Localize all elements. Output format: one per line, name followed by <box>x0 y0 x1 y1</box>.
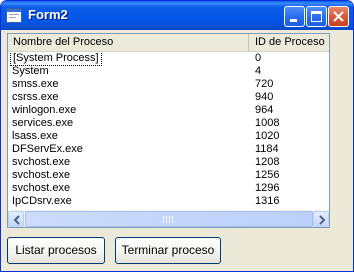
process-name: smss.exe <box>12 78 59 90</box>
process-name: svchost.exe <box>12 156 71 168</box>
arrow-left-icon <box>13 215 20 225</box>
horizontal-scrollbar[interactable] <box>8 210 329 227</box>
close-button[interactable] <box>328 6 349 27</box>
process-id: 1184 <box>255 143 279 155</box>
terminate-process-button[interactable]: Terminar proceso <box>115 237 221 264</box>
list-header: Nombre del Proceso ID de Proceso <box>8 34 329 52</box>
list-row[interactable]: DFServEx.exe 1184 <box>8 143 329 156</box>
process-name: winlogon.exe <box>12 104 77 116</box>
list-row[interactable]: System 4 <box>8 65 329 78</box>
list-row[interactable]: csrss.exe 940 <box>8 91 329 104</box>
process-id: 1256 <box>255 169 280 181</box>
process-name: svchost.exe <box>12 169 71 181</box>
list-row[interactable]: smss.exe 720 <box>8 78 329 91</box>
list-row[interactable]: IpCDsrv.exe 1316 <box>8 195 329 208</box>
process-name: DFServEx.exe <box>12 143 83 155</box>
list-row[interactable]: [System Process] 0 <box>8 52 329 66</box>
process-name: [System Process] <box>10 52 102 66</box>
scroll-right-button[interactable] <box>313 211 329 227</box>
process-name: services.exe <box>12 117 74 129</box>
maximize-button[interactable] <box>306 6 327 27</box>
minimize-button[interactable] <box>284 6 305 27</box>
arrow-right-icon <box>319 215 326 225</box>
process-name: lsass.exe <box>12 130 58 142</box>
column-header-process-id[interactable]: ID de Proceso <box>250 34 329 51</box>
process-id: 1020 <box>255 130 280 142</box>
app-window-icon[interactable] <box>6 8 22 23</box>
process-id: 1008 <box>255 117 280 129</box>
process-id: 1296 <box>255 182 280 194</box>
list-row[interactable]: winlogon.exe 964 <box>8 104 329 117</box>
close-icon <box>333 11 344 22</box>
scrollbar-corner <box>329 210 330 227</box>
list-row[interactable]: svchost.exe 1256 <box>8 169 329 182</box>
process-name: System <box>12 65 49 77</box>
process-id: 1316 <box>255 195 280 207</box>
process-id: 964 <box>255 104 274 116</box>
process-name: csrss.exe <box>12 91 59 103</box>
title-bar[interactable]: Form2 <box>1 1 353 30</box>
list-row[interactable]: services.exe 1008 <box>8 117 329 130</box>
process-id: 4 <box>255 65 262 77</box>
process-id: 720 <box>255 78 274 90</box>
list-row[interactable]: svchost.exe 1296 <box>8 182 329 195</box>
process-id: 940 <box>255 91 274 103</box>
list-body: [System Process] 0 System 4 smss.exe 720… <box>8 52 329 210</box>
process-id: 1208 <box>255 156 280 168</box>
list-processes-button[interactable]: Listar procesos <box>7 237 105 264</box>
scroll-left-button[interactable] <box>8 211 24 227</box>
process-name: svchost.exe <box>12 182 71 194</box>
minimize-icon <box>290 19 297 22</box>
window-title: Form2 <box>28 7 68 22</box>
list-row[interactable]: lsass.exe 1020 <box>8 130 329 143</box>
main-window: Form2 Nombre del Proceso ID de Proceso [… <box>0 0 354 272</box>
maximize-icon <box>311 11 322 22</box>
list-row[interactable]: svchost.exe 1208 <box>8 156 329 169</box>
process-name: IpCDsrv.exe <box>12 195 72 207</box>
process-id: 0 <box>255 52 262 64</box>
column-header-process-name[interactable]: Nombre del Proceso <box>8 34 249 51</box>
horizontal-scroll-thumb[interactable] <box>25 211 313 227</box>
process-list-view[interactable]: Nombre del Proceso ID de Proceso [System… <box>7 33 330 228</box>
